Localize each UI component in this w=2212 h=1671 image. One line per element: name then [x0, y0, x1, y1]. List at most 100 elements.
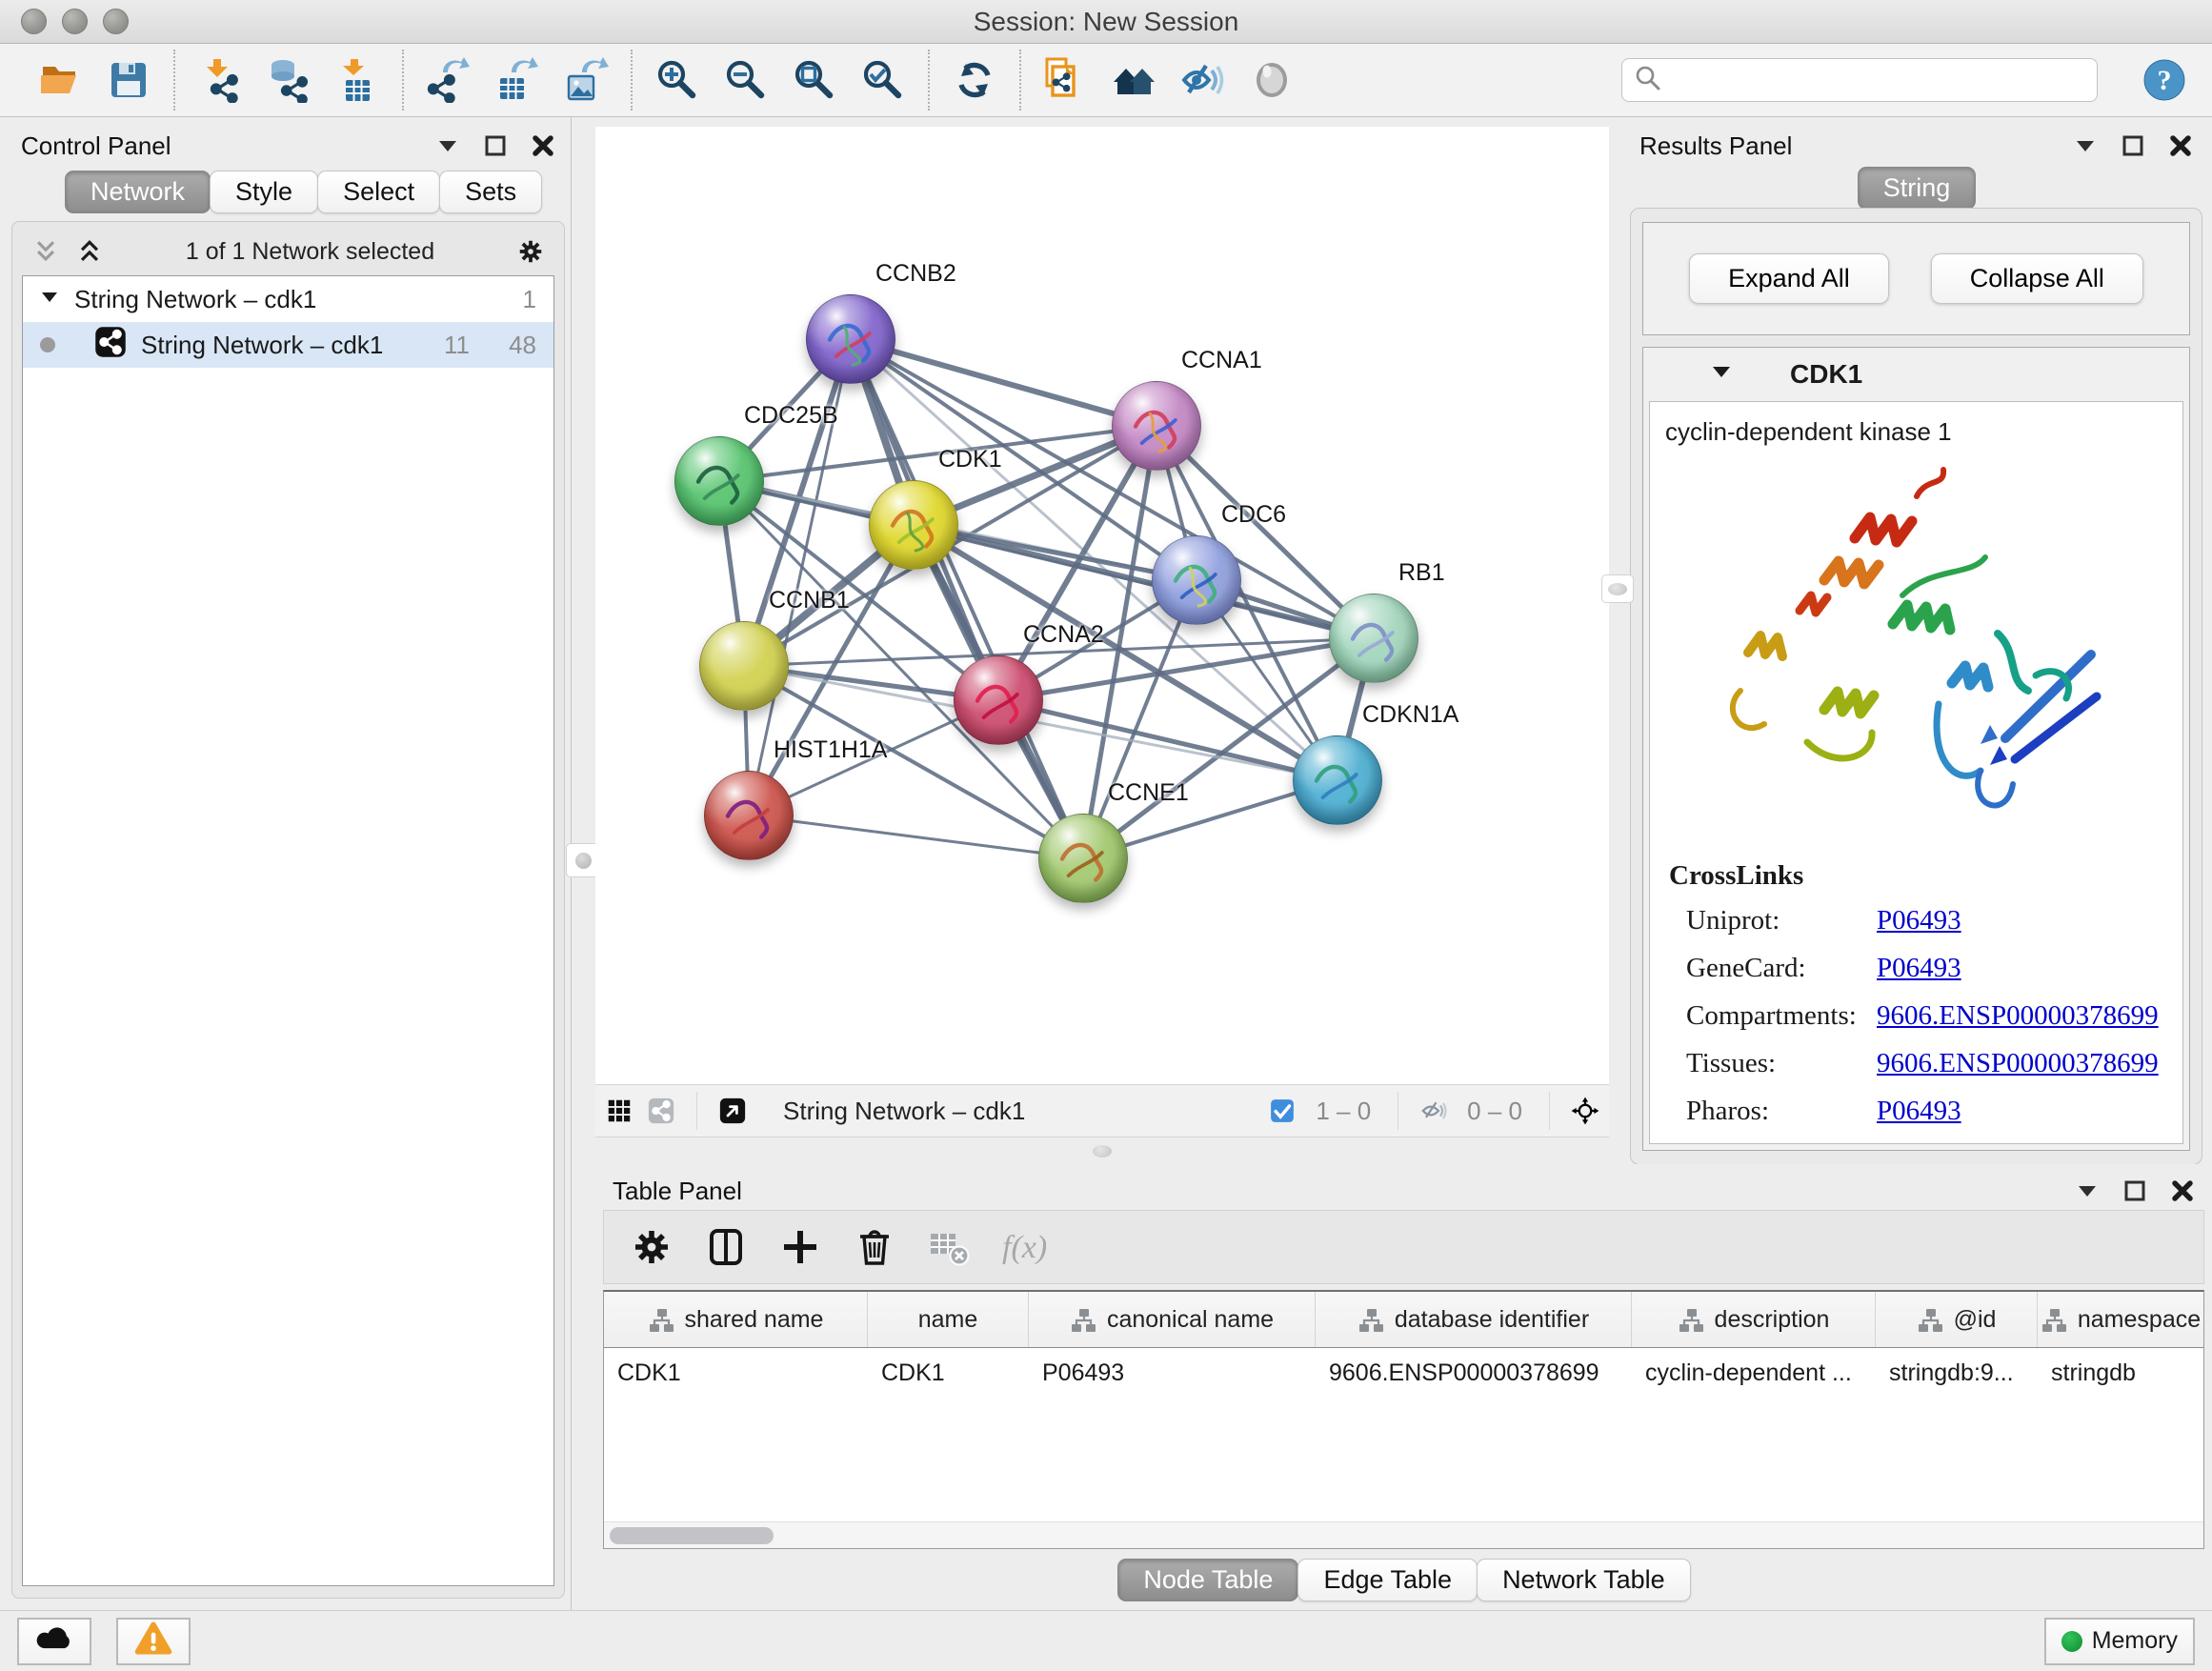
table-cell[interactable]: CDK1	[604, 1348, 868, 1398]
network-node-CCNB1[interactable]	[699, 621, 789, 711]
column-header-namespace[interactable]: namespace	[2038, 1292, 2204, 1347]
zoom-in-button[interactable]	[648, 51, 707, 109]
table-settings-button[interactable]	[629, 1224, 674, 1270]
show-panel-button[interactable]	[1242, 51, 1301, 109]
minimize-window-button[interactable]	[62, 9, 88, 34]
scrollbar-thumb[interactable]	[610, 1527, 774, 1544]
float-panel-icon[interactable]	[2119, 131, 2147, 160]
table-cell[interactable]: stringdb:9...	[1876, 1348, 2038, 1398]
float-panel-icon[interactable]	[2121, 1177, 2149, 1205]
column-header-canonical-name[interactable]: canonical name	[1029, 1292, 1316, 1347]
float-panel-icon[interactable]	[481, 131, 510, 160]
network-node-CCNE1[interactable]	[1038, 814, 1128, 903]
close-panel-icon[interactable]	[529, 131, 557, 160]
crosslink-link[interactable]: P06493	[1877, 1096, 1961, 1127]
hide-results-button[interactable]	[1174, 51, 1233, 109]
expand-all-button[interactable]: Expand All	[1689, 253, 1889, 304]
import-table-button[interactable]	[328, 51, 387, 109]
import-network-button[interactable]	[191, 51, 250, 109]
zoom-out-button[interactable]	[716, 51, 775, 109]
network-node-CCNA1[interactable]	[1112, 381, 1201, 471]
crosslink-link[interactable]: 9606.ENSP00000378699	[1877, 1000, 2159, 1032]
expand-all-icon[interactable]	[75, 237, 104, 266]
tab-network-table[interactable]: Network Table	[1477, 1559, 1691, 1601]
grid-view-icon[interactable]	[605, 1097, 633, 1125]
crosslink-link[interactable]: P06493	[1877, 905, 1961, 936]
network-options-gear-icon[interactable]	[516, 237, 545, 266]
table-cell[interactable]: P06493	[1029, 1348, 1316, 1398]
tab-edge-table[interactable]: Edge Table	[1297, 1559, 1478, 1601]
crosslink-link[interactable]: P06493	[1877, 953, 1961, 984]
table-cell[interactable]: 9606.ENSP00000378699	[1316, 1348, 1632, 1398]
close-panel-icon[interactable]	[2166, 131, 2195, 160]
network-node-CDKN1A[interactable]	[1293, 735, 1382, 825]
column-header-database-identifier[interactable]: database identifier	[1316, 1292, 1632, 1347]
birdseye-view-icon[interactable]	[718, 1097, 747, 1125]
add-column-button[interactable]	[777, 1224, 823, 1270]
cloud-button[interactable]	[17, 1618, 91, 1665]
horizontal-splitter[interactable]	[595, 1137, 1609, 1164]
collapse-all-icon[interactable]	[31, 237, 60, 266]
network-node-CDC25B[interactable]	[674, 436, 764, 526]
export-image-button[interactable]	[556, 51, 615, 109]
table-hscrollbar[interactable]	[604, 1521, 2203, 1548]
right-splitter[interactable]	[1609, 117, 1630, 1164]
collapse-all-button[interactable]: Collapse All	[1931, 253, 2143, 304]
table-cell[interactable]: stringdb	[2038, 1348, 2204, 1398]
warning-button[interactable]	[116, 1618, 191, 1665]
help-button[interactable]: ?	[2142, 57, 2187, 103]
memory-button[interactable]: Memory	[2044, 1618, 2195, 1665]
close-window-button[interactable]	[21, 9, 47, 34]
column-header-@id[interactable]: @id	[1876, 1292, 2038, 1347]
crosshair-icon[interactable]	[1571, 1097, 1599, 1125]
delete-column-button[interactable]	[852, 1224, 897, 1270]
tab-sets[interactable]: Sets	[439, 171, 542, 213]
zoom-fit-button[interactable]	[785, 51, 844, 109]
refresh-layout-button[interactable]	[945, 51, 1004, 109]
tab-style[interactable]: Style	[210, 171, 318, 213]
column-header-name[interactable]: name	[868, 1292, 1029, 1347]
right-splitter-handle[interactable]	[1601, 574, 1634, 603]
export-network-button[interactable]	[419, 51, 478, 109]
export-table-button[interactable]	[488, 51, 547, 109]
search-box[interactable]	[1621, 58, 2098, 102]
collapse-panel-icon[interactable]	[2071, 131, 2100, 160]
network-canvas[interactable]: CCNB2CCNA1CDC25BCDK1CDC6RB1CCNB1CCNA2CDK…	[595, 127, 1609, 1084]
share-view-icon[interactable]	[647, 1097, 675, 1125]
tree-expand-icon[interactable]	[40, 285, 61, 314]
network-collection-row[interactable]: String Network – cdk1 1	[23, 276, 553, 322]
search-input[interactable]	[1670, 67, 2085, 94]
network-node-CDK1[interactable]	[869, 480, 958, 570]
network-node-RB1[interactable]	[1329, 594, 1418, 683]
network-row[interactable]: String Network – cdk1 11 48	[23, 322, 553, 368]
open-session-button[interactable]	[30, 51, 90, 109]
tab-node-table[interactable]: Node Table	[1117, 1559, 1298, 1601]
table-cell[interactable]: cyclin-dependent ...	[1632, 1348, 1876, 1398]
import-database-button[interactable]	[259, 51, 318, 109]
cdk1-section-header[interactable]: CDK1	[1643, 348, 2189, 401]
collapse-panel-icon[interactable]	[433, 131, 462, 160]
network-node-HIST1H1A[interactable]	[704, 771, 794, 860]
table-cell[interactable]: CDK1	[868, 1348, 1029, 1398]
home-button[interactable]	[1105, 51, 1164, 109]
selected-checkbox-icon[interactable]	[1268, 1097, 1297, 1125]
section-collapse-icon[interactable]	[1710, 359, 1733, 390]
crosslink-link[interactable]: 9606.ENSP00000378699	[1877, 1048, 2159, 1079]
zoom-selected-button[interactable]	[854, 51, 913, 109]
close-panel-icon[interactable]	[2168, 1177, 2197, 1205]
save-session-button[interactable]	[99, 51, 158, 109]
collapse-panel-icon[interactable]	[2073, 1177, 2101, 1205]
column-header-description[interactable]: description	[1632, 1292, 1876, 1347]
network-node-CDC6[interactable]	[1152, 535, 1241, 625]
network-node-CCNB2[interactable]	[806, 294, 895, 384]
table-row[interactable]: CDK1CDK1P064939606.ENSP00000378699cyclin…	[604, 1348, 2203, 1398]
tab-network[interactable]: Network	[65, 171, 211, 213]
tab-select[interactable]: Select	[317, 171, 440, 213]
network-node-CCNA2[interactable]	[954, 655, 1043, 745]
tab-string[interactable]: String	[1858, 167, 1977, 210]
column-header-shared-name[interactable]: shared name	[604, 1292, 868, 1347]
column-visibility-button[interactable]	[703, 1224, 749, 1270]
maximize-window-button[interactable]	[103, 9, 129, 34]
left-splitter[interactable]	[572, 117, 595, 1610]
open-document-button[interactable]	[1036, 51, 1096, 109]
